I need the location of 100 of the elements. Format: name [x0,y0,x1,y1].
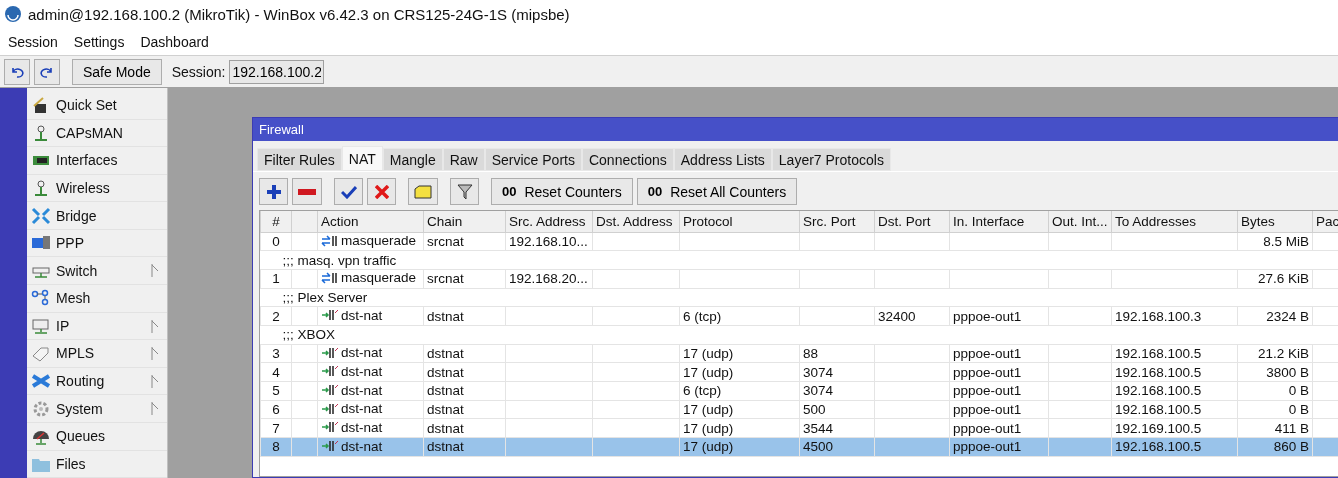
swap-arrows-icon [321,271,339,284]
table-cell: 17 (udp) [683,402,734,418]
tab[interactable]: Layer7 Protocols [771,148,891,171]
sidebar-item[interactable]: Wireless [27,174,167,203]
sidebar-item[interactable]: CAPsMAN [27,119,167,148]
tab[interactable]: Address Lists [673,148,772,171]
filter-button[interactable] [450,178,479,205]
column-header[interactable]: Chain [423,211,506,232]
table-cell: dstnat [427,420,464,436]
menu-item[interactable]: Dashboard [132,33,217,50]
table-cell: dst-nat [341,401,383,417]
submenu-arrow-icon [151,347,159,361]
table-cell: dstnat [427,308,464,324]
column-header[interactable]: Dst. Address [592,211,680,232]
table-cell: dst-nat [341,438,383,454]
table-cell: pppoe-out1 [953,345,1022,361]
column-header[interactable]: Src. Address [505,211,593,232]
submenu-arrow-icon [151,374,159,388]
tab[interactable]: Raw [442,148,485,171]
submenu-arrow-icon [151,402,159,416]
redo-icon [40,65,54,78]
table-cell: dstnat [427,345,464,361]
comment-row: ;;; XBOX [260,325,1338,345]
column-header[interactable]: # [260,211,292,232]
sidebar-item[interactable]: IP [27,312,167,341]
column-header[interactable]: In. Interface [949,211,1049,232]
table-cell: 88 [803,345,819,361]
reset-counters-button[interactable]: 00 Reset All Counters [636,178,798,205]
table-cell: 192.168.100.5 [1115,383,1202,399]
submenu-arrow-icon [151,264,159,278]
table-cell: 3 [272,345,280,361]
window-title: admin@192.168.100.2 (MikroTik) - WinBox v6.42.3 on CRS125-24G-1S (mipsbe) [28,5,570,23]
add-button[interactable] [259,178,288,205]
reset-counters-button[interactable]: 00 Reset Counters [491,178,633,205]
table-cell: dstnat [427,439,464,455]
menu-item[interactable]: Session [0,33,66,50]
table-cell: pppoe-out1 [953,364,1022,380]
table-cell: 3074 [803,364,834,380]
table-cell: dst-nat [341,363,383,379]
table-cell: 1 [272,271,280,287]
table-cell: masquerade [341,233,417,249]
column-header[interactable]: To Addresses [1111,211,1238,232]
table-cell: 3800 B [1266,364,1309,380]
sidebar-item[interactable]: PPP [27,229,167,258]
table-cell: 7 [272,420,280,436]
table-cell: 411 B [1274,420,1309,436]
enable-button[interactable] [334,178,363,205]
sidebar-item[interactable]: Files [27,450,167,478]
comment-row: ;;; Plex Server [260,288,1338,307]
table-cell: 500 [803,402,826,418]
table-cell: 8 [272,439,280,455]
redo-button[interactable] [34,58,60,85]
disable-button[interactable] [367,178,396,205]
table-cell: 6 [272,402,280,418]
column-header[interactable]: Out. Int... [1048,211,1112,232]
safe-mode-button[interactable]: Safe Mode [72,58,162,85]
tab[interactable]: Mangle [382,148,443,171]
table-cell: pppoe-out1 [953,420,1022,436]
column-header[interactable]: Action [317,211,424,232]
table-cell: pppoe-out1 [953,439,1022,455]
menu-item[interactable]: Settings [65,33,133,50]
sidebar-item[interactable]: Quick Set [27,92,167,120]
tab[interactable]: NAT [341,146,383,171]
undo-button[interactable] [4,58,30,85]
remove-button[interactable] [292,178,322,205]
column-header[interactable]: Dst. Port [874,211,950,232]
session-label: Session: [171,63,226,80]
table-cell: 32400 [878,308,916,324]
table-cell: pppoe-out1 [953,308,1022,324]
table-cell: 2324 B [1266,308,1309,324]
session-field[interactable]: 192.168.100.2 [229,59,325,84]
submenu-arrow-icon [151,319,159,333]
arrow-bars-icon [321,309,339,322]
arrow-bars-icon [321,346,339,359]
table-cell: pppoe-out1 [953,383,1022,399]
sidebar-item[interactable]: Routing [27,367,167,396]
sidebar-item[interactable]: Queues [27,422,167,451]
table-cell: 192.168.100.5 [1115,402,1202,418]
sidebar-item[interactable]: MPLS [27,340,167,368]
sidebar-item[interactable]: Mesh [27,285,167,313]
check-icon [340,184,357,199]
arrow-bars-icon [321,365,339,378]
column-header[interactable]: Protocol [679,211,800,232]
sidebar-item[interactable]: Switch [27,257,167,286]
column-header[interactable]: Src. Port [799,211,875,232]
nodes-icon [31,289,51,308]
comment-button[interactable] [408,178,438,205]
table-cell: 21.2 KiB [1257,345,1309,361]
table-cell: 192.168.10... [509,233,588,249]
sidebar-item[interactable]: System [27,395,167,423]
column-header[interactable]: Bytes [1237,211,1313,232]
sidebar-item[interactable]: Interfaces [27,147,167,175]
table-cell: 192.168.100.5 [1115,364,1202,380]
tab[interactable]: Connections [581,148,674,171]
table-cell: 17 (udp) [683,439,734,455]
tab[interactable]: Filter Rules [257,148,342,171]
tab[interactable]: Service Ports [484,148,582,171]
arrow-bars-icon [321,384,339,397]
table-cell: pppoe-out1 [953,402,1022,418]
sidebar-item[interactable]: Bridge [27,202,167,230]
